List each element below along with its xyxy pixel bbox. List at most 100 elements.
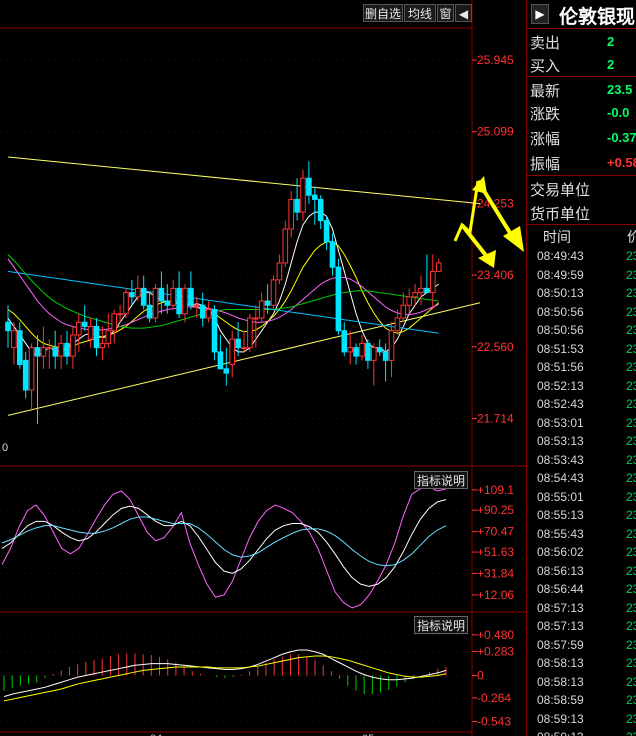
quote-label: 最新 — [530, 82, 561, 100]
quote-label: 涨幅 — [530, 130, 561, 148]
candle-down — [34, 347, 41, 357]
candle-down — [129, 292, 135, 298]
price-axis-tick-label: 22.560 — [477, 340, 514, 354]
remove-favorite-button[interactable]: 删自选 — [363, 4, 403, 22]
candle-up — [300, 177, 306, 213]
tick-price: 23 — [626, 286, 636, 300]
candle-up — [394, 317, 401, 332]
tick-time: 08:50:56 — [537, 323, 584, 337]
candle-down — [22, 359, 29, 391]
candle-down — [81, 321, 88, 327]
currency-unit-row: 货币单位 — [527, 201, 636, 224]
macd-axis-tick-label: +0.283 — [477, 644, 514, 658]
tick-row: 08:55:43 23 — [527, 526, 636, 544]
tick-price: 23 — [626, 434, 636, 448]
candle-down — [199, 304, 206, 319]
moving-average-button[interactable]: 均线 — [404, 4, 436, 22]
candle-up — [388, 330, 395, 361]
candle-down — [158, 287, 165, 302]
tick-price: 23 — [626, 341, 636, 356]
candle-up — [11, 330, 17, 349]
candle-down — [164, 300, 171, 306]
candle-up — [117, 313, 123, 316]
tick-price: 23 — [626, 378, 636, 393]
arrowhead-icon — [478, 250, 496, 268]
candle-up — [205, 309, 212, 319]
currency-unit-label: 货币单位 — [530, 205, 591, 223]
candle-down — [312, 194, 318, 200]
price-axis-tick-label: 23.406 — [477, 268, 514, 282]
price-axis-tick-label: 25.099 — [477, 125, 514, 139]
tick-time: 08:59:13 — [537, 730, 584, 736]
candle-down — [264, 300, 271, 306]
tick-row: 08:51:53 23 — [527, 341, 636, 359]
tick-time: 08:55:43 — [537, 526, 584, 541]
tick-time: 08:52:43 — [537, 397, 584, 411]
quote-row-last: 最新 23.5 — [527, 78, 636, 101]
quote-panel: ▶ 伦敦银现 卖出 2 买入 2 最新 23.5 涨跌 -0.0 涨幅 -0.3… — [526, 0, 636, 736]
tick-time: 08:50:56 — [537, 304, 584, 319]
tick-row: 08:57:13 23 — [527, 600, 636, 618]
tick-price: 23 — [626, 471, 636, 485]
candle-up — [182, 287, 188, 315]
tick-row: 08:56:13 23 — [527, 563, 636, 581]
tick-price: 23 — [626, 711, 636, 726]
kdj-line — [1, 486, 447, 609]
kdj-indicator-help-button[interactable]: 指标说明 — [414, 471, 468, 489]
tick-row: 08:56:44 23 — [527, 581, 636, 599]
candle-down — [64, 342, 70, 357]
tick-price: 23 — [626, 730, 636, 736]
candle-up — [241, 347, 247, 350]
tick-price: 23 — [626, 563, 636, 578]
tick-price: 23 — [626, 526, 636, 541]
collapse-arrow-button[interactable]: ◀ — [455, 4, 472, 22]
tick-price: 23 — [626, 489, 636, 504]
candle-up — [288, 198, 294, 230]
tick-price: 23 — [626, 619, 636, 633]
tick-price: 23 — [626, 323, 636, 337]
divider — [527, 76, 636, 77]
tick-time: 08:54:43 — [537, 471, 584, 485]
quote-value: -0.37 — [607, 130, 636, 145]
tick-time: 08:56:44 — [537, 582, 584, 596]
quote-label: 涨跌 — [530, 105, 561, 123]
tick-row: 08:52:13 23 — [527, 378, 636, 396]
tick-price: 23 — [626, 656, 636, 670]
tick-time: 08:58:13 — [537, 656, 584, 670]
candle-down — [211, 309, 218, 353]
tick-row: 08:55:01 23 — [527, 489, 636, 507]
candle-down — [341, 330, 348, 353]
macd-axis-tick-label: -0.543 — [477, 714, 511, 728]
candle-up — [258, 300, 265, 319]
candle-down — [223, 368, 230, 374]
tick-row: 08:57:13 23 — [527, 618, 636, 636]
tick-price: 23 — [626, 674, 636, 689]
macd-axis-tick-label: -0.264 — [477, 691, 511, 705]
candle-down — [323, 220, 330, 243]
candle-up — [418, 287, 424, 294]
price-axis-tick-label: 25.945 — [477, 53, 514, 67]
tick-time: 08:57:13 — [537, 619, 584, 633]
candle-up — [359, 342, 365, 357]
moving-average-line — [7, 258, 439, 331]
kdj-line — [1, 516, 447, 567]
moving-average-line — [7, 254, 439, 329]
expand-arrow-button[interactable]: ▶ — [531, 4, 549, 24]
candle-up — [87, 325, 94, 340]
price-axis-tick-label: 21.714 — [477, 411, 514, 425]
window-button[interactable]: 窗 — [437, 4, 454, 22]
tick-row: 08:49:59 23 — [527, 267, 636, 285]
candle-up — [170, 287, 176, 306]
low-price-annotation: 0 — [2, 442, 8, 454]
kdj-axis-tick-label: +51.63 — [477, 545, 514, 559]
tick-row: 08:56:02 23 — [527, 544, 636, 562]
candle-down — [294, 198, 300, 213]
tick-price: 23 — [626, 360, 636, 374]
candle-up — [430, 270, 436, 294]
chart-panel[interactable]: 25.945 25.099 24.253 23.406 22.560 21.714 0 +10… — [0, 0, 526, 736]
quote-header: ▶ 伦敦银现 — [527, 0, 636, 29]
tick-row: 08:52:43 23 — [527, 396, 636, 414]
candle-down — [353, 347, 359, 357]
macd-indicator-help-button[interactable]: 指标说明 — [414, 616, 468, 634]
candle-down — [317, 198, 324, 222]
